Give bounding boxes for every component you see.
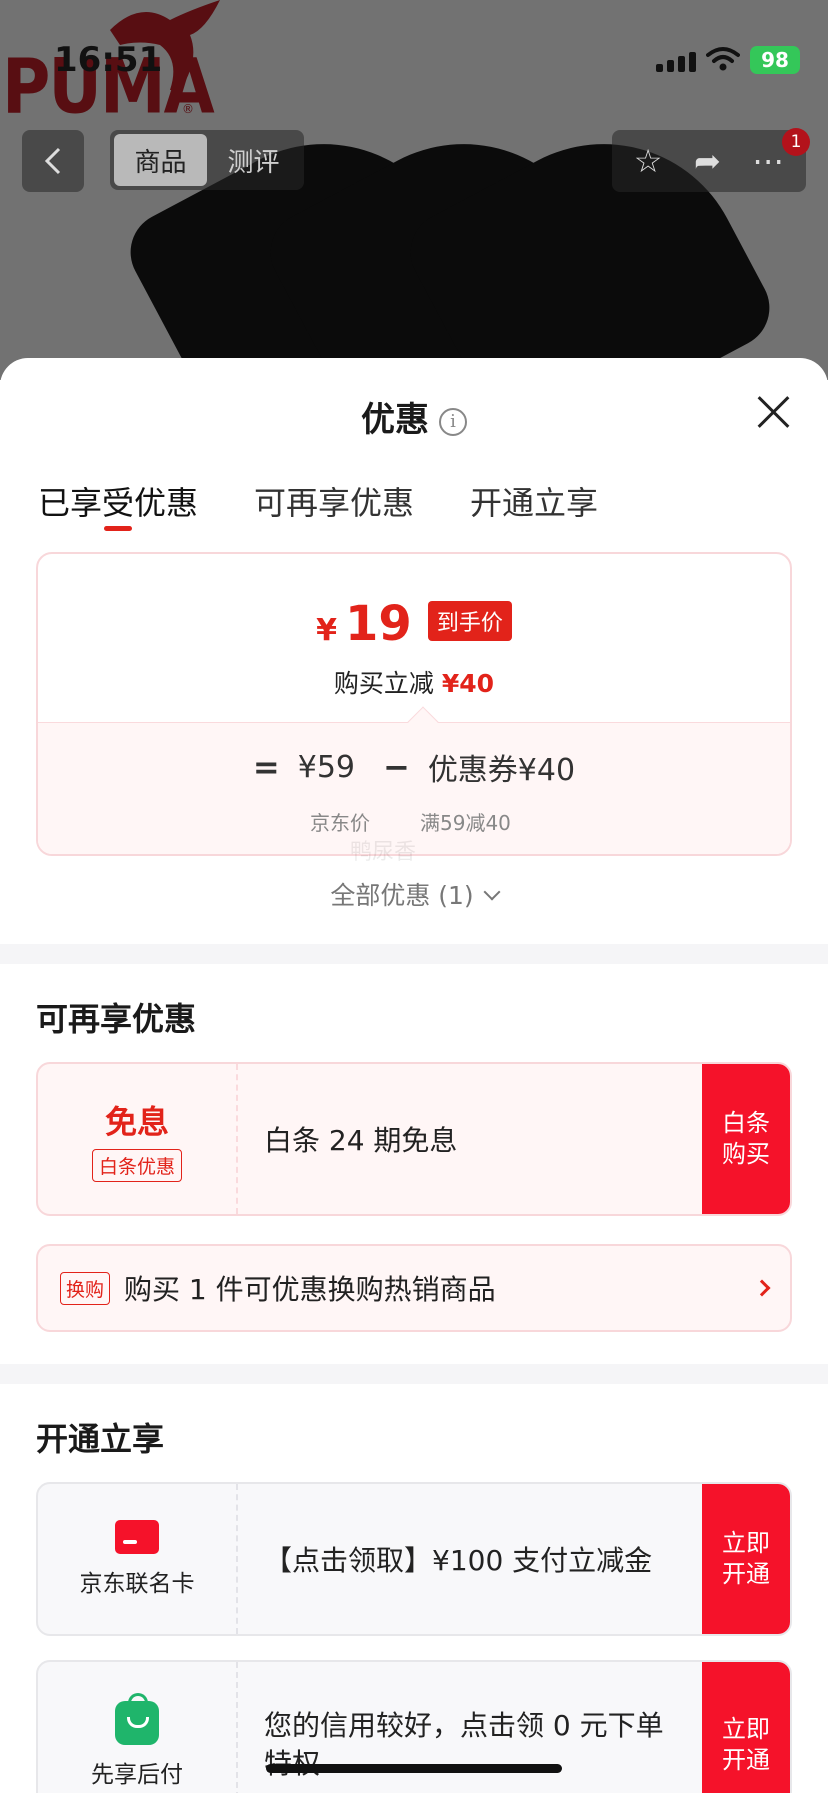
- chevron-left-icon: [44, 147, 61, 175]
- cobrand-card-badge: 京东联名卡: [38, 1484, 238, 1634]
- cobrand-card-offer[interactable]: 京东联名卡 【点击领取】¥100 支付立减金 立即开通: [36, 1482, 792, 1636]
- chevron-right-icon: [753, 1279, 771, 1297]
- home-indicator[interactable]: [266, 1764, 562, 1773]
- product-page-background: PUMA ® 16:51 98 商品 测评 ☆ ➦ ⋯ 1: [0, 0, 828, 380]
- credit-card-icon: [115, 1520, 159, 1554]
- price-breakdown-card: ¥ 19 到手价 购买立减 ¥40 = ¥59 − 优惠券¥40 京东价 满59…: [36, 552, 792, 856]
- close-button[interactable]: [756, 394, 792, 430]
- section-divider: [0, 944, 828, 964]
- pay-later-text: 您的信用较好，点击领 0 元下单特权: [264, 1709, 664, 1780]
- redeem-chip: 换购: [60, 1271, 111, 1305]
- star-icon[interactable]: ☆: [634, 145, 663, 177]
- final-price-area: ¥ 19 到手价 购买立减 ¥40: [38, 554, 790, 722]
- baitiao-promo[interactable]: 免息 白条优惠 白条 24 期免息 白条购买: [36, 1062, 792, 1216]
- cobrand-card-label: 京东联名卡: [79, 1571, 195, 1597]
- baitiao-badge: 免息 白条优惠: [38, 1064, 238, 1214]
- baitiao-text: 白条 24 期免息: [264, 1124, 458, 1157]
- open-pay-later-button[interactable]: 立即开通: [702, 1662, 790, 1793]
- battery-indicator: 98: [750, 46, 800, 74]
- pay-later-badge: 先享后付: [38, 1662, 238, 1793]
- all-promos-label: 全部优惠 (1): [330, 881, 474, 910]
- equals-sign: =: [252, 748, 280, 786]
- share-icon[interactable]: ➦: [694, 145, 721, 177]
- formula-row: = ¥59 − 优惠券¥40: [38, 745, 790, 789]
- promotions-sheet: 优惠 i 已享受优惠 可再享优惠 开通立享 ¥ 19 到手价 购买立减 ¥40 =…: [0, 358, 828, 1793]
- open-cobrand-card-button[interactable]: 立即开通: [702, 1484, 790, 1634]
- baitiao-chip: 白条优惠: [91, 1148, 182, 1182]
- page-tab-switch: 商品 测评: [110, 130, 304, 190]
- watermark: 鸭尿香: [350, 840, 417, 865]
- info-icon[interactable]: i: [439, 408, 467, 436]
- section-title-more: 可再享优惠: [36, 1000, 197, 1038]
- sheet-title-text: 优惠: [361, 400, 429, 440]
- baitiao-buy-button[interactable]: 白条购买: [702, 1064, 790, 1214]
- shopping-bag-icon: [115, 1693, 159, 1745]
- back-button[interactable]: [22, 130, 84, 192]
- status-bar: 16:51 98: [0, 0, 828, 100]
- tab-open[interactable]: 开通立享: [470, 468, 598, 552]
- baitiao-heading: 免息: [104, 1102, 169, 1141]
- redeem-offer[interactable]: 换购 购买 1 件可优惠换购热销商品: [36, 1244, 792, 1332]
- coupon-rule: 满59减40: [420, 811, 511, 835]
- redeem-text: 购买 1 件可优惠换购热销商品: [124, 1273, 496, 1306]
- cellular-signal-icon: [656, 52, 696, 72]
- list-price-label: 京东价: [310, 811, 370, 835]
- pay-later-label: 先享后付: [91, 1762, 183, 1788]
- clock: 16:51: [54, 40, 163, 80]
- reduction-label: 购买立减: [333, 669, 434, 698]
- list-price: ¥59: [297, 749, 355, 785]
- more-icon[interactable]: ⋯: [752, 145, 784, 177]
- section-divider: [0, 1364, 828, 1384]
- coupon-amount: 优惠券¥40: [427, 753, 576, 788]
- section-title-open: 开通立享: [36, 1420, 165, 1458]
- tab-review[interactable]: 测评: [207, 134, 300, 186]
- sheet-title: 优惠 i: [0, 392, 828, 441]
- tab-product[interactable]: 商品: [114, 134, 207, 186]
- sheet-header: 优惠 i: [0, 358, 828, 468]
- cobrand-card-text: 【点击领取】¥100 支付立减金: [264, 1544, 653, 1577]
- final-price: ¥ 19 到手价: [38, 596, 790, 652]
- reduction-line: 购买立减 ¥40: [38, 664, 790, 700]
- promo-tabs: 已享受优惠 可再享优惠 开通立享: [0, 468, 828, 552]
- wifi-icon: [706, 47, 740, 71]
- final-price-value: 19: [345, 596, 412, 652]
- minus-sign: −: [383, 748, 410, 786]
- chevron-down-icon: [483, 883, 501, 901]
- tab-enjoyed[interactable]: 已享受优惠: [38, 468, 198, 552]
- tab-more[interactable]: 可再享优惠: [254, 468, 414, 552]
- message-badge: 1: [782, 128, 810, 156]
- top-actions: ☆ ➦ ⋯: [612, 130, 806, 192]
- pay-later-offer[interactable]: 先享后付 您的信用较好，点击领 0 元下单特权 立即开通: [36, 1660, 792, 1793]
- final-price-tag: 到手价: [427, 601, 512, 641]
- reduction-value: ¥40: [441, 669, 495, 698]
- currency-symbol: ¥: [316, 613, 338, 648]
- all-promos-toggle[interactable]: 全部优惠 (1): [0, 876, 828, 936]
